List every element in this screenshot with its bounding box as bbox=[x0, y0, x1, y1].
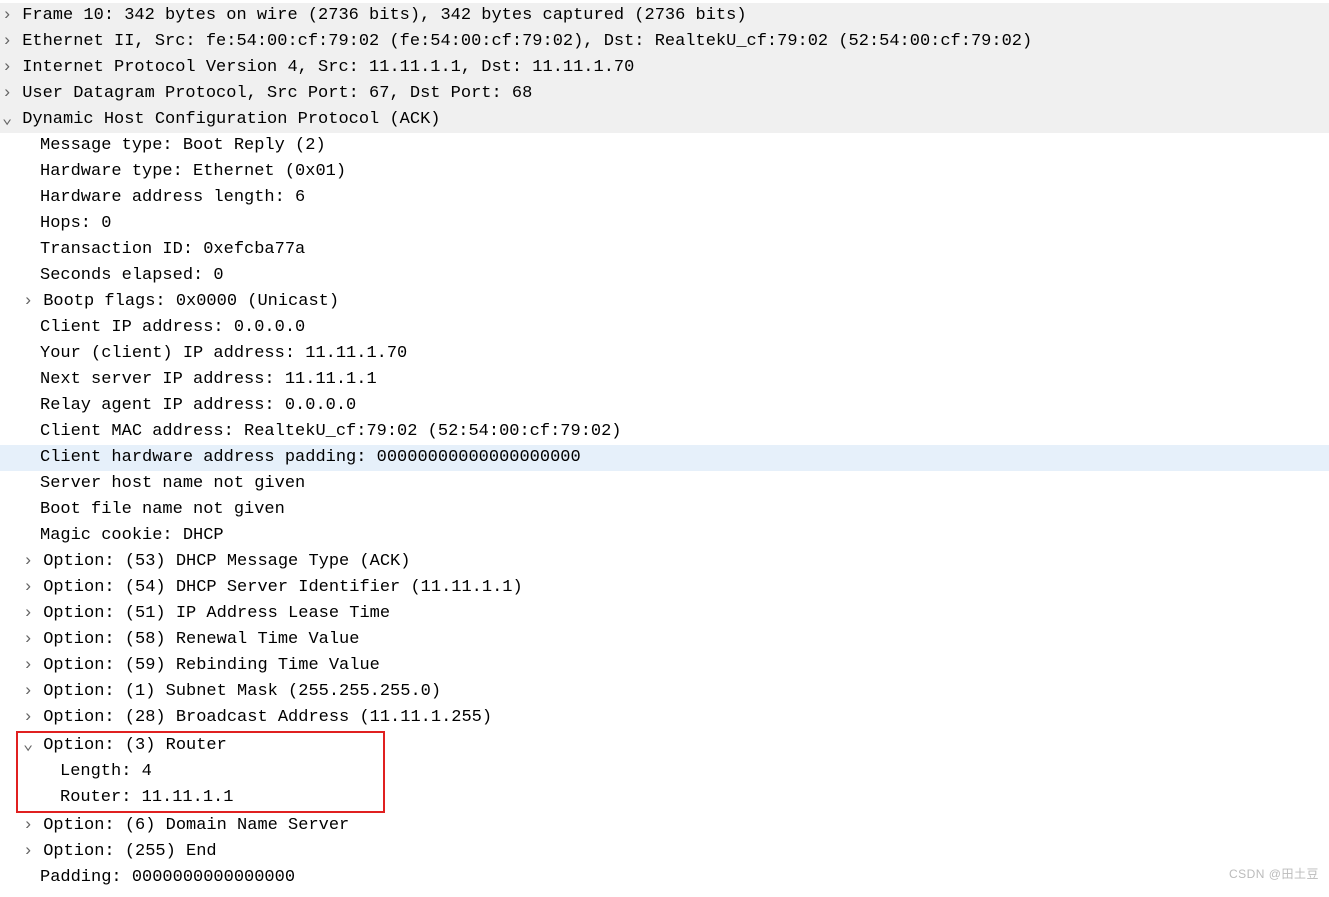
label: Padding: 0000000000000000 bbox=[40, 868, 295, 887]
field-client-ip[interactable]: Client IP address: 0.0.0.0 bbox=[0, 315, 1329, 341]
label: Client hardware address padding: 0000000… bbox=[40, 448, 581, 467]
option-59[interactable]: › Option: (59) Rebinding Time Value bbox=[0, 653, 1329, 679]
option-51[interactable]: › Option: (51) IP Address Lease Time bbox=[0, 601, 1329, 627]
option-1[interactable]: › Option: (1) Subnet Mask (255.255.255.0… bbox=[0, 679, 1329, 705]
chevron-right-icon: › bbox=[23, 705, 33, 731]
chevron-right-icon: › bbox=[23, 627, 33, 653]
chevron-right-icon: › bbox=[23, 575, 33, 601]
label: Hops: 0 bbox=[40, 214, 111, 233]
chevron-down-icon: ⌄ bbox=[23, 733, 33, 759]
label: Ethernet II, Src: fe:54:00:cf:79:02 (fe:… bbox=[22, 32, 1032, 51]
label: Message type: Boot Reply (2) bbox=[40, 136, 326, 155]
label: User Datagram Protocol, Src Port: 67, Ds… bbox=[22, 84, 532, 103]
field-relay-agent-ip[interactable]: Relay agent IP address: 0.0.0.0 bbox=[0, 393, 1329, 419]
field-next-server-ip[interactable]: Next server IP address: 11.11.1.1 bbox=[0, 367, 1329, 393]
tree-row-frame[interactable]: › Frame 10: 342 bytes on wire (2736 bits… bbox=[0, 3, 1329, 29]
chevron-right-icon: › bbox=[23, 289, 33, 315]
label: Bootp flags: 0x0000 (Unicast) bbox=[43, 292, 339, 311]
field-hw-addr-length[interactable]: Hardware address length: 6 bbox=[0, 185, 1329, 211]
watermark: CSDN @田土豆 bbox=[1229, 861, 1319, 887]
label: Option: (58) Renewal Time Value bbox=[43, 630, 359, 649]
chevron-right-icon: › bbox=[23, 653, 33, 679]
field-hops[interactable]: Hops: 0 bbox=[0, 211, 1329, 237]
option-53[interactable]: › Option: (53) DHCP Message Type (ACK) bbox=[0, 549, 1329, 575]
option-58[interactable]: › Option: (58) Renewal Time Value bbox=[0, 627, 1329, 653]
field-bootp-flags[interactable]: › Bootp flags: 0x0000 (Unicast) bbox=[0, 289, 1329, 315]
chevron-right-icon: › bbox=[23, 549, 33, 575]
label: Option: (59) Rebinding Time Value bbox=[43, 656, 380, 675]
chevron-right-icon: › bbox=[23, 839, 33, 865]
highlight-box: ⌄ Option: (3) Router Length: 4 Router: 1… bbox=[16, 731, 385, 813]
label: Client MAC address: RealtekU_cf:79:02 (5… bbox=[40, 422, 622, 441]
label: Transaction ID: 0xefcba77a bbox=[40, 240, 305, 259]
label: Hardware address length: 6 bbox=[40, 188, 305, 207]
tree-row-ipv4[interactable]: › Internet Protocol Version 4, Src: 11.1… bbox=[0, 55, 1329, 81]
field-seconds-elapsed[interactable]: Seconds elapsed: 0 bbox=[0, 263, 1329, 289]
tree-row-dhcp[interactable]: ⌄ Dynamic Host Configuration Protocol (A… bbox=[0, 107, 1329, 133]
label: Option: (53) DHCP Message Type (ACK) bbox=[43, 552, 410, 571]
label: Option: (3) Router bbox=[43, 736, 227, 755]
chevron-right-icon: › bbox=[2, 81, 12, 107]
chevron-right-icon: › bbox=[23, 813, 33, 839]
option-6[interactable]: › Option: (6) Domain Name Server bbox=[0, 813, 1329, 839]
field-message-type[interactable]: Message type: Boot Reply (2) bbox=[0, 133, 1329, 159]
field-boot-file-name[interactable]: Boot file name not given bbox=[0, 497, 1329, 523]
label: Option: (255) End bbox=[43, 842, 216, 861]
chevron-right-icon: › bbox=[23, 601, 33, 627]
label: Next server IP address: 11.11.1.1 bbox=[40, 370, 377, 389]
label: Boot file name not given bbox=[40, 500, 285, 519]
chevron-right-icon: › bbox=[2, 29, 12, 55]
field-padding[interactable]: Padding: 0000000000000000 bbox=[0, 865, 1329, 891]
field-hardware-type[interactable]: Hardware type: Ethernet (0x01) bbox=[0, 159, 1329, 185]
label: Your (client) IP address: 11.11.1.70 bbox=[40, 344, 407, 363]
field-client-hw-padding[interactable]: Client hardware address padding: 0000000… bbox=[0, 445, 1329, 471]
chevron-right-icon: › bbox=[2, 55, 12, 81]
label: Option: (28) Broadcast Address (11.11.1.… bbox=[43, 708, 492, 727]
chevron-down-icon: ⌄ bbox=[2, 107, 12, 133]
option-3[interactable]: ⌄ Option: (3) Router bbox=[18, 733, 383, 759]
field-magic-cookie[interactable]: Magic cookie: DHCP bbox=[0, 523, 1329, 549]
label: Dynamic Host Configuration Protocol (ACK… bbox=[22, 110, 440, 129]
label: Server host name not given bbox=[40, 474, 305, 493]
label: Client IP address: 0.0.0.0 bbox=[40, 318, 305, 337]
label: Length: 4 bbox=[60, 762, 152, 781]
label: Option: (6) Domain Name Server bbox=[43, 816, 349, 835]
label: Option: (51) IP Address Lease Time bbox=[43, 604, 390, 623]
field-client-mac[interactable]: Client MAC address: RealtekU_cf:79:02 (5… bbox=[0, 419, 1329, 445]
label: Router: 11.11.1.1 bbox=[60, 788, 233, 807]
tree-row-udp[interactable]: › User Datagram Protocol, Src Port: 67, … bbox=[0, 81, 1329, 107]
option-3-length[interactable]: Length: 4 bbox=[18, 759, 383, 785]
option-255[interactable]: › Option: (255) End bbox=[0, 839, 1329, 865]
field-your-ip[interactable]: Your (client) IP address: 11.11.1.70 bbox=[0, 341, 1329, 367]
chevron-right-icon: › bbox=[23, 679, 33, 705]
option-28[interactable]: › Option: (28) Broadcast Address (11.11.… bbox=[0, 705, 1329, 731]
label: Hardware type: Ethernet (0x01) bbox=[40, 162, 346, 181]
option-54[interactable]: › Option: (54) DHCP Server Identifier (1… bbox=[0, 575, 1329, 601]
label: Seconds elapsed: 0 bbox=[40, 266, 224, 285]
field-server-host-name[interactable]: Server host name not given bbox=[0, 471, 1329, 497]
field-transaction-id[interactable]: Transaction ID: 0xefcba77a bbox=[0, 237, 1329, 263]
label: Option: (54) DHCP Server Identifier (11.… bbox=[43, 578, 522, 597]
label: Frame 10: 342 bytes on wire (2736 bits),… bbox=[22, 6, 746, 25]
label: Magic cookie: DHCP bbox=[40, 526, 224, 545]
label: Option: (1) Subnet Mask (255.255.255.0) bbox=[43, 682, 441, 701]
tree-row-ethernet[interactable]: › Ethernet II, Src: fe:54:00:cf:79:02 (f… bbox=[0, 29, 1329, 55]
label: Relay agent IP address: 0.0.0.0 bbox=[40, 396, 356, 415]
chevron-right-icon: › bbox=[2, 3, 12, 29]
option-3-router[interactable]: Router: 11.11.1.1 bbox=[18, 785, 383, 811]
label: Internet Protocol Version 4, Src: 11.11.… bbox=[22, 58, 634, 77]
